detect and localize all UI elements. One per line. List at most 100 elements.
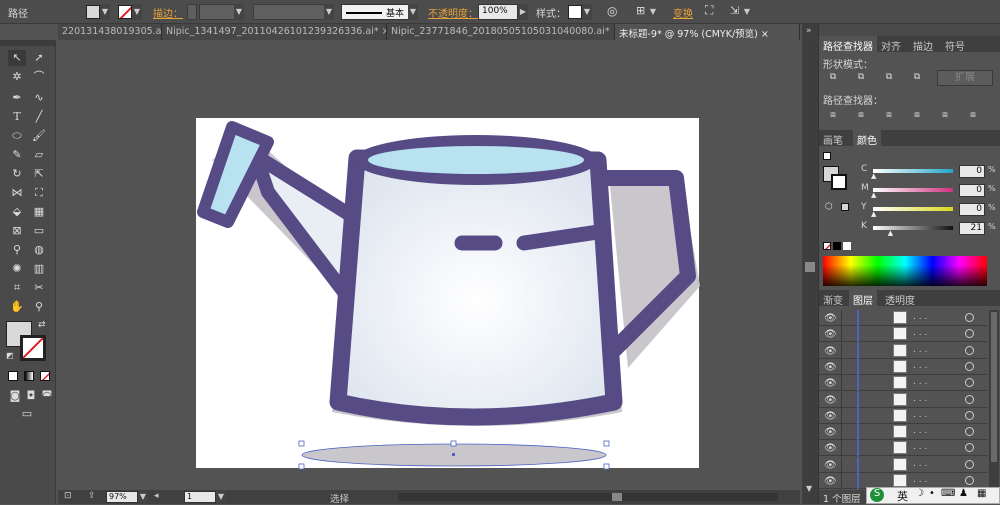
lock-column[interactable] [841,456,842,473]
shape-builder-tool-icon[interactable]: ⬙ [8,204,26,220]
cube-icon[interactable]: ⬡ [825,202,833,212]
visibility-eye-icon[interactable]: 👁 [824,427,837,438]
stroke-weight-field[interactable] [199,4,235,20]
stroke-label[interactable]: 描边： [153,5,183,20]
lock-column[interactable] [841,424,842,441]
color-stroke-preview[interactable] [831,174,847,190]
mesh-tool-icon[interactable]: ⊠ [8,223,26,239]
curvature-tool-icon[interactable]: ∿ [30,90,48,106]
target-circle-icon[interactable] [965,361,974,371]
watering-can-artwork[interactable] [190,112,705,472]
target-circle-icon[interactable] [965,459,974,469]
stroke-dropdown[interactable]: ▼ [132,4,142,20]
visibility-eye-icon[interactable]: 👁 [824,476,837,487]
color-spectrum[interactable] [823,256,987,286]
slice-tool-icon[interactable]: ✂ [30,280,48,296]
layer-name-truncated[interactable]: . . . [913,442,927,452]
visibility-eye-icon[interactable]: 👁 [824,395,837,406]
draw-inside-icon[interactable]: ◚ [38,388,56,404]
target-circle-icon[interactable] [965,394,974,404]
opacity-field[interactable]: 100% [478,4,518,20]
scale-tool-icon[interactable]: ⇱ [30,166,48,182]
eyedropper-tool-icon[interactable]: ⚲ [8,242,26,258]
blend-tool-icon[interactable]: ◍ [30,242,48,258]
horizontal-scroll-thumb[interactable] [612,493,622,501]
color-mode-icon[interactable] [8,371,18,381]
transform-link[interactable]: 变换 [673,5,693,20]
lock-column[interactable] [841,326,842,343]
width-tool-icon[interactable]: ⋈ [8,185,26,201]
hand-tool-icon[interactable]: ✋ [8,299,26,315]
outline-icon[interactable]: ⧈ [937,110,953,124]
graphic-style-dropdown[interactable]: ▼ [582,4,592,20]
target-circle-icon[interactable] [965,313,974,322]
tab-document-2[interactable]: Nipic_1341497_20110426101239326336.ai* × [162,24,387,40]
sogou-logo-icon[interactable]: S [870,488,884,502]
tab-transparency[interactable]: 透明度 [881,290,919,307]
line-tool-icon[interactable]: ╱ [30,109,48,125]
channel-slider-thumb[interactable]: ▲ [871,172,876,180]
target-circle-icon[interactable] [965,410,974,420]
layer-row[interactable]: 👁 . . . [819,391,987,408]
skin-icon[interactable]: ♟ [959,488,968,499]
layer-name-truncated[interactable]: . . . [913,328,927,338]
tab-brushes[interactable]: 画笔 [819,130,847,147]
direct-selection-tool-icon[interactable]: ➚ [30,50,48,66]
stroke-stepper[interactable] [187,4,197,20]
channel-slider-y[interactable] [873,207,953,211]
lock-column[interactable] [841,310,842,326]
magic-wand-tool-icon[interactable]: ✲ [8,69,26,85]
ellipse-tool-icon[interactable]: ⬭ [8,128,26,144]
layer-name-truncated[interactable]: . . . [913,345,927,355]
channel-value-m[interactable]: 0 [959,184,985,197]
mini-fill-icon[interactable] [823,152,831,160]
target-circle-icon[interactable] [965,345,974,355]
tab-pathfinder[interactable]: 路径查找器 [819,36,877,53]
lock-column[interactable] [841,407,842,424]
tab-symbols[interactable]: 符号 [941,36,969,53]
channel-value-k[interactable]: 21 [959,222,985,235]
channel-slider-c[interactable] [873,169,953,173]
variable-width-dropdown[interactable]: ▼ [324,4,334,20]
layer-row[interactable]: 👁 . . . [819,440,987,457]
layers-scrollbar[interactable] [989,310,999,488]
visibility-eye-icon[interactable]: 👁 [824,460,837,471]
layer-name-truncated[interactable]: . . . [913,312,927,322]
default-colors-icon[interactable]: ◩ [6,351,14,360]
layer-name-truncated[interactable]: . . . [913,459,927,469]
lock-column[interactable] [841,391,842,408]
ime-toolbar[interactable]: S 英 ☽ • ⌨ ♟ ▦ [866,487,1000,504]
panel-collapse-icon[interactable]: » [806,26,812,36]
lock-column[interactable] [841,342,842,359]
exclude-icon[interactable]: ⧉ [909,72,925,86]
horizontal-scrollbar[interactable] [398,493,778,501]
target-circle-icon[interactable] [965,427,974,437]
zoom-field[interactable]: 97% [106,491,138,503]
target-circle-icon[interactable] [965,476,974,485]
swap-colors-icon[interactable]: ⇄ [38,320,46,330]
isolate-icon[interactable]: ⛶ [705,3,713,18]
stroke-swatch[interactable] [118,5,132,19]
target-circle-icon[interactable] [965,378,974,388]
artboard-nav-icon[interactable]: ⊡ [64,491,72,501]
opacity-dropdown[interactable]: ▶ [518,4,528,20]
channel-slider-thumb[interactable]: ▲ [871,191,876,199]
rotate-tool-icon[interactable]: ↻ [8,166,26,182]
layer-name-truncated[interactable]: . . . [913,410,927,420]
layer-name-truncated[interactable]: . . . [913,377,927,387]
tab-gradient[interactable]: 渐变 [819,290,847,307]
tab-color[interactable]: 颜色 [853,130,881,147]
lock-column[interactable] [841,375,842,392]
visibility-eye-icon[interactable]: 👁 [824,443,837,454]
layers-scroll-thumb[interactable] [991,312,997,462]
paintbrush-tool-icon[interactable]: 🖌 [30,128,48,144]
out-of-gamut-swatch[interactable] [841,203,849,211]
pen-tool-icon[interactable]: ✒ [8,90,26,106]
channel-slider-thumb[interactable]: ▲ [888,229,893,237]
brush-style-dropdown[interactable]: ▼ [408,4,418,20]
expand-button[interactable]: 扩展 [937,70,993,86]
none-swatch[interactable] [823,242,831,250]
tab-layers[interactable]: 图层 [849,290,877,307]
selection-tool-icon[interactable]: ↖ [8,50,26,66]
unite-icon[interactable]: ⧉ [825,72,841,86]
